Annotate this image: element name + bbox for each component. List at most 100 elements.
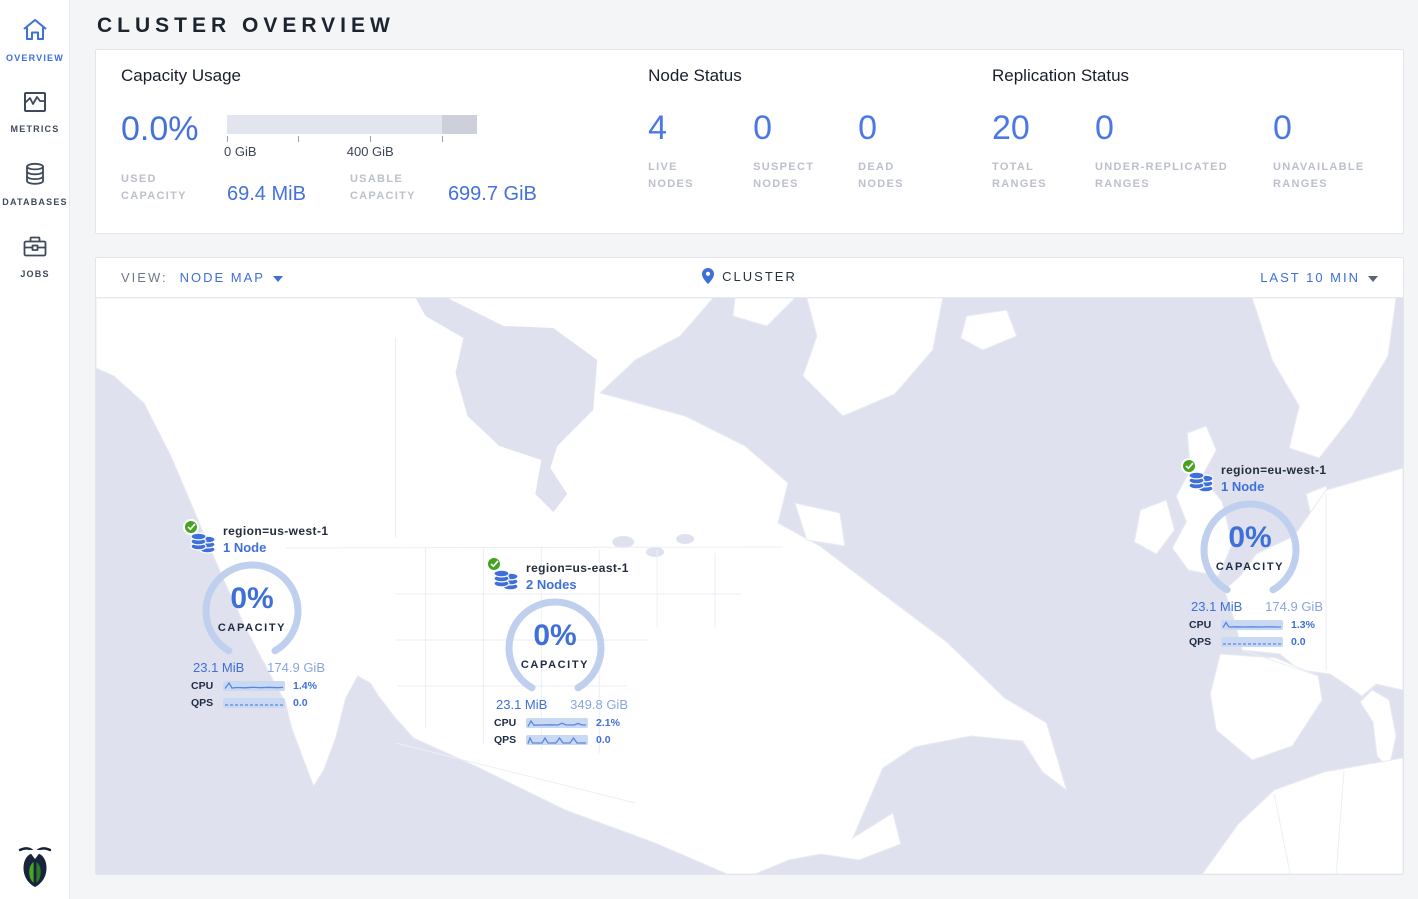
unavailable-ranges-label: UNAVAILABLE RANGES — [1273, 159, 1373, 193]
sidebar-item-overview[interactable]: OVERVIEW — [0, 0, 70, 73]
cpu-label: CPU — [1189, 619, 1221, 631]
locality-region-label: region=eu-west-1 — [1221, 458, 1329, 477]
capacity-donut-label: CAPACITY — [500, 659, 610, 671]
cockroachdb-logo — [0, 842, 70, 893]
chevron-down-icon — [1368, 276, 1378, 282]
total-ranges-label: TOTAL RANGES — [992, 159, 1062, 193]
cpu-sparkline — [223, 681, 285, 691]
unavailable-ranges-value: 0 — [1273, 112, 1403, 144]
databases-icon — [23, 173, 47, 190]
capacity-tick-400: 400 GiB — [347, 144, 394, 159]
qps-sparkline — [1221, 637, 1283, 647]
capacity-donut-percent: 0% — [500, 619, 610, 653]
live-nodes-value: 4 — [648, 112, 753, 144]
capacity-usage-heading: Capacity Usage — [121, 66, 648, 86]
locality-node-count: 1 Node — [1221, 479, 1329, 494]
capacity-percent: 0.0% — [121, 113, 227, 160]
node-map-panel: VIEW: NODE MAP CLUSTER LAST 10 MIN — [95, 257, 1404, 875]
cpu-label: CPU — [494, 717, 526, 729]
sidebar-item-label: JOBS — [0, 269, 70, 279]
qps-label: QPS — [1189, 636, 1221, 648]
capacity-donut-label: CAPACITY — [197, 622, 307, 634]
under-replicated-ranges-value: 0 — [1095, 112, 1273, 144]
live-nodes-label: LIVE NODES — [648, 159, 716, 193]
used-capacity-value: 69.4 MiB — [227, 183, 306, 206]
suspect-nodes-value: 0 — [753, 112, 858, 144]
sidebar-item-label: DATABASES — [0, 197, 70, 207]
qps-value: 0.0 — [293, 697, 308, 709]
capacity-donut-percent: 0% — [1195, 521, 1305, 555]
under-replicated-ranges-label: UNDER-REPLICATED RANGES — [1095, 159, 1257, 193]
main-content: CLUSTER OVERVIEW Capacity Usage 0.0% 0 G… — [70, 0, 1418, 875]
summary-panel: Capacity Usage 0.0% 0 GiB 400 GiB USED C… — [95, 49, 1404, 234]
healthy-check-icon — [183, 519, 199, 535]
page-title: CLUSTER OVERVIEW — [95, 0, 1404, 38]
time-range-selector[interactable]: LAST 10 MIN — [1260, 270, 1378, 285]
usable-capacity-value: 699.7 GiB — [448, 183, 537, 206]
breadcrumb-label: CLUSTER — [722, 269, 797, 284]
node-usable-capacity: 174.9 GiB — [267, 660, 325, 675]
cpu-value: 2.1% — [596, 717, 620, 729]
node-used-capacity: 23.1 MiB — [496, 697, 547, 712]
capacity-tick-0: 0 GiB — [224, 144, 257, 159]
replication-status-section: Replication Status 20 TOTAL RANGES 0 UND… — [992, 66, 1403, 233]
sidebar-item-metrics[interactable]: METRICS — [0, 73, 70, 144]
healthy-check-icon — [1181, 458, 1197, 474]
qps-sparkline — [223, 698, 285, 708]
view-selector[interactable]: NODE MAP — [180, 270, 283, 285]
capacity-donut-percent: 0% — [197, 582, 307, 616]
cpu-label: CPU — [191, 680, 223, 692]
sidebar-item-databases[interactable]: DATABASES — [0, 144, 70, 217]
capacity-donut: 0% CAPACITY — [1195, 495, 1305, 599]
sidebar-item-jobs[interactable]: JOBS — [0, 217, 70, 289]
locality-region-label: region=us-west-1 — [223, 519, 331, 538]
map-pin-icon — [702, 268, 714, 284]
suspect-nodes-label: SUSPECT NODES — [753, 159, 831, 193]
capacity-donut: 0% CAPACITY — [500, 593, 610, 697]
sidebar-item-label: OVERVIEW — [0, 53, 70, 63]
cpu-value: 1.4% — [293, 680, 317, 692]
cpu-value: 1.3% — [1291, 619, 1315, 631]
breadcrumb[interactable]: CLUSTER — [702, 268, 797, 284]
metrics-icon — [23, 100, 47, 117]
node-map: region=us-west-1 1 Node 0% CAPACITY 23.1… — [96, 298, 1403, 874]
node-usable-capacity: 349.8 GiB — [570, 697, 628, 712]
qps-value: 0.0 — [596, 734, 611, 746]
qps-sparkline — [526, 735, 588, 745]
qps-label: QPS — [191, 697, 223, 709]
cpu-sparkline — [1221, 620, 1283, 630]
node-used-capacity: 23.1 MiB — [193, 660, 244, 675]
sidebar: OVERVIEW METRICS DATABASES — [0, 0, 70, 899]
node-usable-capacity: 174.9 GiB — [1265, 599, 1323, 614]
locality-node-count: 1 Node — [223, 540, 331, 555]
locality-card-us-east-1[interactable]: region=us-east-1 2 Nodes 0% CAPACITY 23.… — [486, 556, 634, 746]
locality-region-label: region=us-east-1 — [526, 556, 634, 575]
locality-card-us-west-1[interactable]: region=us-west-1 1 Node 0% CAPACITY 23.1… — [183, 519, 331, 709]
replication-status-heading: Replication Status — [992, 66, 1403, 86]
capacity-donut-label: CAPACITY — [1195, 561, 1305, 573]
view-label: VIEW: — [121, 270, 168, 285]
capacity-usage-section: Capacity Usage 0.0% 0 GiB 400 GiB USED C… — [121, 66, 648, 233]
sidebar-item-label: METRICS — [0, 124, 70, 134]
view-bar: VIEW: NODE MAP CLUSTER LAST 10 MIN — [96, 258, 1403, 298]
capacity-bar: 0 GiB 400 GiB — [227, 115, 477, 160]
locality-node-count: 2 Nodes — [526, 577, 634, 592]
jobs-icon — [22, 245, 48, 262]
capacity-donut: 0% CAPACITY — [197, 556, 307, 660]
node-status-heading: Node Status — [648, 66, 992, 86]
healthy-check-icon — [486, 556, 502, 572]
qps-value: 0.0 — [1291, 636, 1306, 648]
used-capacity-label: USED CAPACITY — [121, 171, 213, 205]
dead-nodes-value: 0 — [858, 112, 963, 144]
node-status-section: Node Status 4 LIVE NODES 0 SUSPECT NODES… — [648, 66, 992, 233]
cpu-sparkline — [526, 718, 588, 728]
total-ranges-value: 20 — [992, 112, 1095, 144]
dead-nodes-label: DEAD NODES — [858, 159, 926, 193]
chevron-down-icon — [273, 276, 283, 282]
capacity-bar-reserved — [442, 115, 477, 134]
usable-capacity-label: USABLE CAPACITY — [350, 171, 434, 205]
locality-card-eu-west-1[interactable]: region=eu-west-1 1 Node 0% CAPACITY 23.1… — [1181, 458, 1329, 648]
qps-label: QPS — [494, 734, 526, 746]
node-used-capacity: 23.1 MiB — [1191, 599, 1242, 614]
home-icon — [22, 29, 48, 46]
